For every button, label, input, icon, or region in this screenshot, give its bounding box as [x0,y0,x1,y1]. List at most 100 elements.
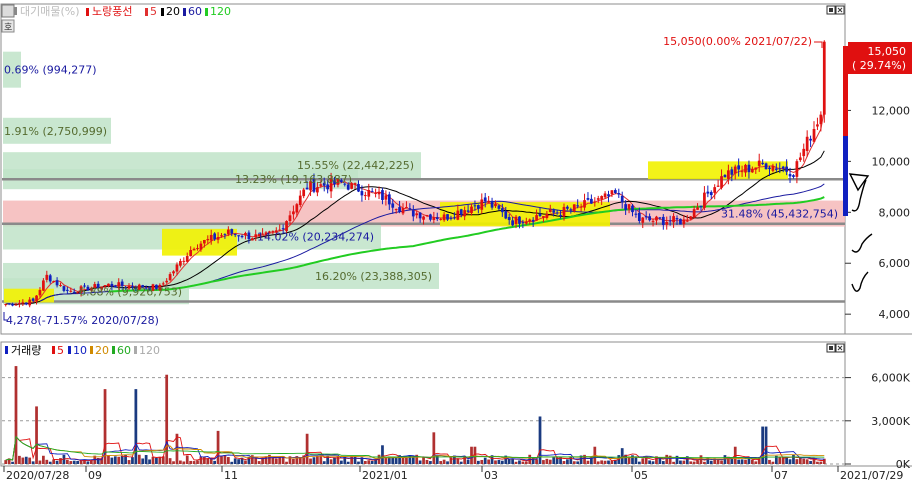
candle-body [566,206,569,209]
volume-bar [305,433,309,464]
candle-body [785,166,788,172]
volume-bar [11,461,14,464]
candle-body [692,209,696,218]
price-y-axis: 14,00012,00010,0008,0006,0004,000 [845,53,910,321]
candle-body [226,229,230,235]
volume-bar [202,457,206,464]
candle-body [586,198,590,200]
pending-supply-label: 16.20% (23,388,305) [315,270,432,283]
candle-body [483,197,487,202]
volume-bar [709,460,713,464]
candle-body [754,167,758,170]
candle-body [209,235,213,241]
candle-body [35,295,38,302]
volume-bar [298,457,302,464]
candle-body [542,216,545,218]
candle-body [744,164,747,173]
candle-body [295,204,299,213]
candle-body [202,240,206,244]
candle-body [668,220,672,222]
volume-bar [179,460,182,464]
candle-body [696,207,699,210]
volume-bar [185,455,189,464]
legend-ma20: 20 [166,5,180,18]
legend-vol-ma10: 10 [73,344,87,357]
volume-bar [524,461,528,464]
volume-bar [48,461,52,464]
pending-supply-label: 15.55% (22,442,225) [297,159,414,172]
candle-body [620,195,624,203]
volume-bar [788,459,792,464]
volume-bar [442,459,446,464]
candle-body [723,174,727,178]
candle-body [764,163,768,170]
candle-body [655,216,658,221]
candle-body [216,237,220,240]
candle-body [62,286,66,291]
price-legend: 대기매물(%) 노랑풍선 5 20 60 120 [1,4,231,18]
candle-body [302,189,306,197]
candle-body [473,205,477,207]
candle-body [634,213,638,215]
candle-body [521,222,525,224]
volume-bar [110,457,114,464]
volume-bar [689,461,693,464]
legend-vol-ma120: 120 [139,344,160,357]
candle-body [747,164,751,173]
volume-bar [576,461,580,464]
volume-bar [322,461,326,464]
volume-bar [768,459,771,464]
candle-body [682,219,686,225]
candle-body [737,165,741,170]
volume-bar [155,457,158,464]
volume-bar [720,460,723,464]
candle-body [552,210,556,213]
candle-body [172,271,175,274]
candle-body [374,192,377,194]
volume-bar [223,455,227,464]
volume-bar [648,460,651,464]
candle-body [661,216,665,226]
volume-bar [316,456,319,464]
candle-body [548,209,552,212]
side-toggle-glyph: 호 [4,22,12,33]
candle-body [394,209,398,211]
volume-bar [14,366,18,464]
volume-bar [357,461,360,464]
volume-bar [473,446,477,464]
volume-bar [113,456,117,464]
volume-bar [809,461,812,464]
x-tick-label: 09 [88,469,102,482]
volume-bar [792,454,795,464]
y-tick-label: 6,000 [879,257,911,270]
pending-supply-label: 6.88% (9,926,753) [79,285,182,298]
candle-body [703,192,706,208]
volume-bar [754,461,758,464]
volume-bar [216,430,220,464]
candle-body [55,280,59,286]
volume-bar [607,460,610,464]
volume-bar [439,461,443,464]
candle-body [415,213,419,216]
candle-body [524,221,528,224]
volume-bar [418,460,422,464]
candle-body [363,195,367,197]
volume-bar [432,432,436,464]
candle-body [644,216,648,218]
volume-bar [244,460,247,464]
volume-bar [586,460,590,464]
candle-body [812,128,816,142]
legend-ma120: 120 [210,5,231,18]
candle-body [360,191,364,196]
volume-bar [86,461,90,464]
legend-chip [1,4,15,18]
volume-bar [634,456,638,464]
volume-bar [405,457,408,464]
x-tick-label: 03 [484,469,498,482]
volume-bar [69,461,73,464]
volume-bar [446,461,449,464]
check-marks [848,173,873,292]
candle-body [192,248,196,251]
candle-body [511,220,514,226]
volume-bar [72,460,76,464]
